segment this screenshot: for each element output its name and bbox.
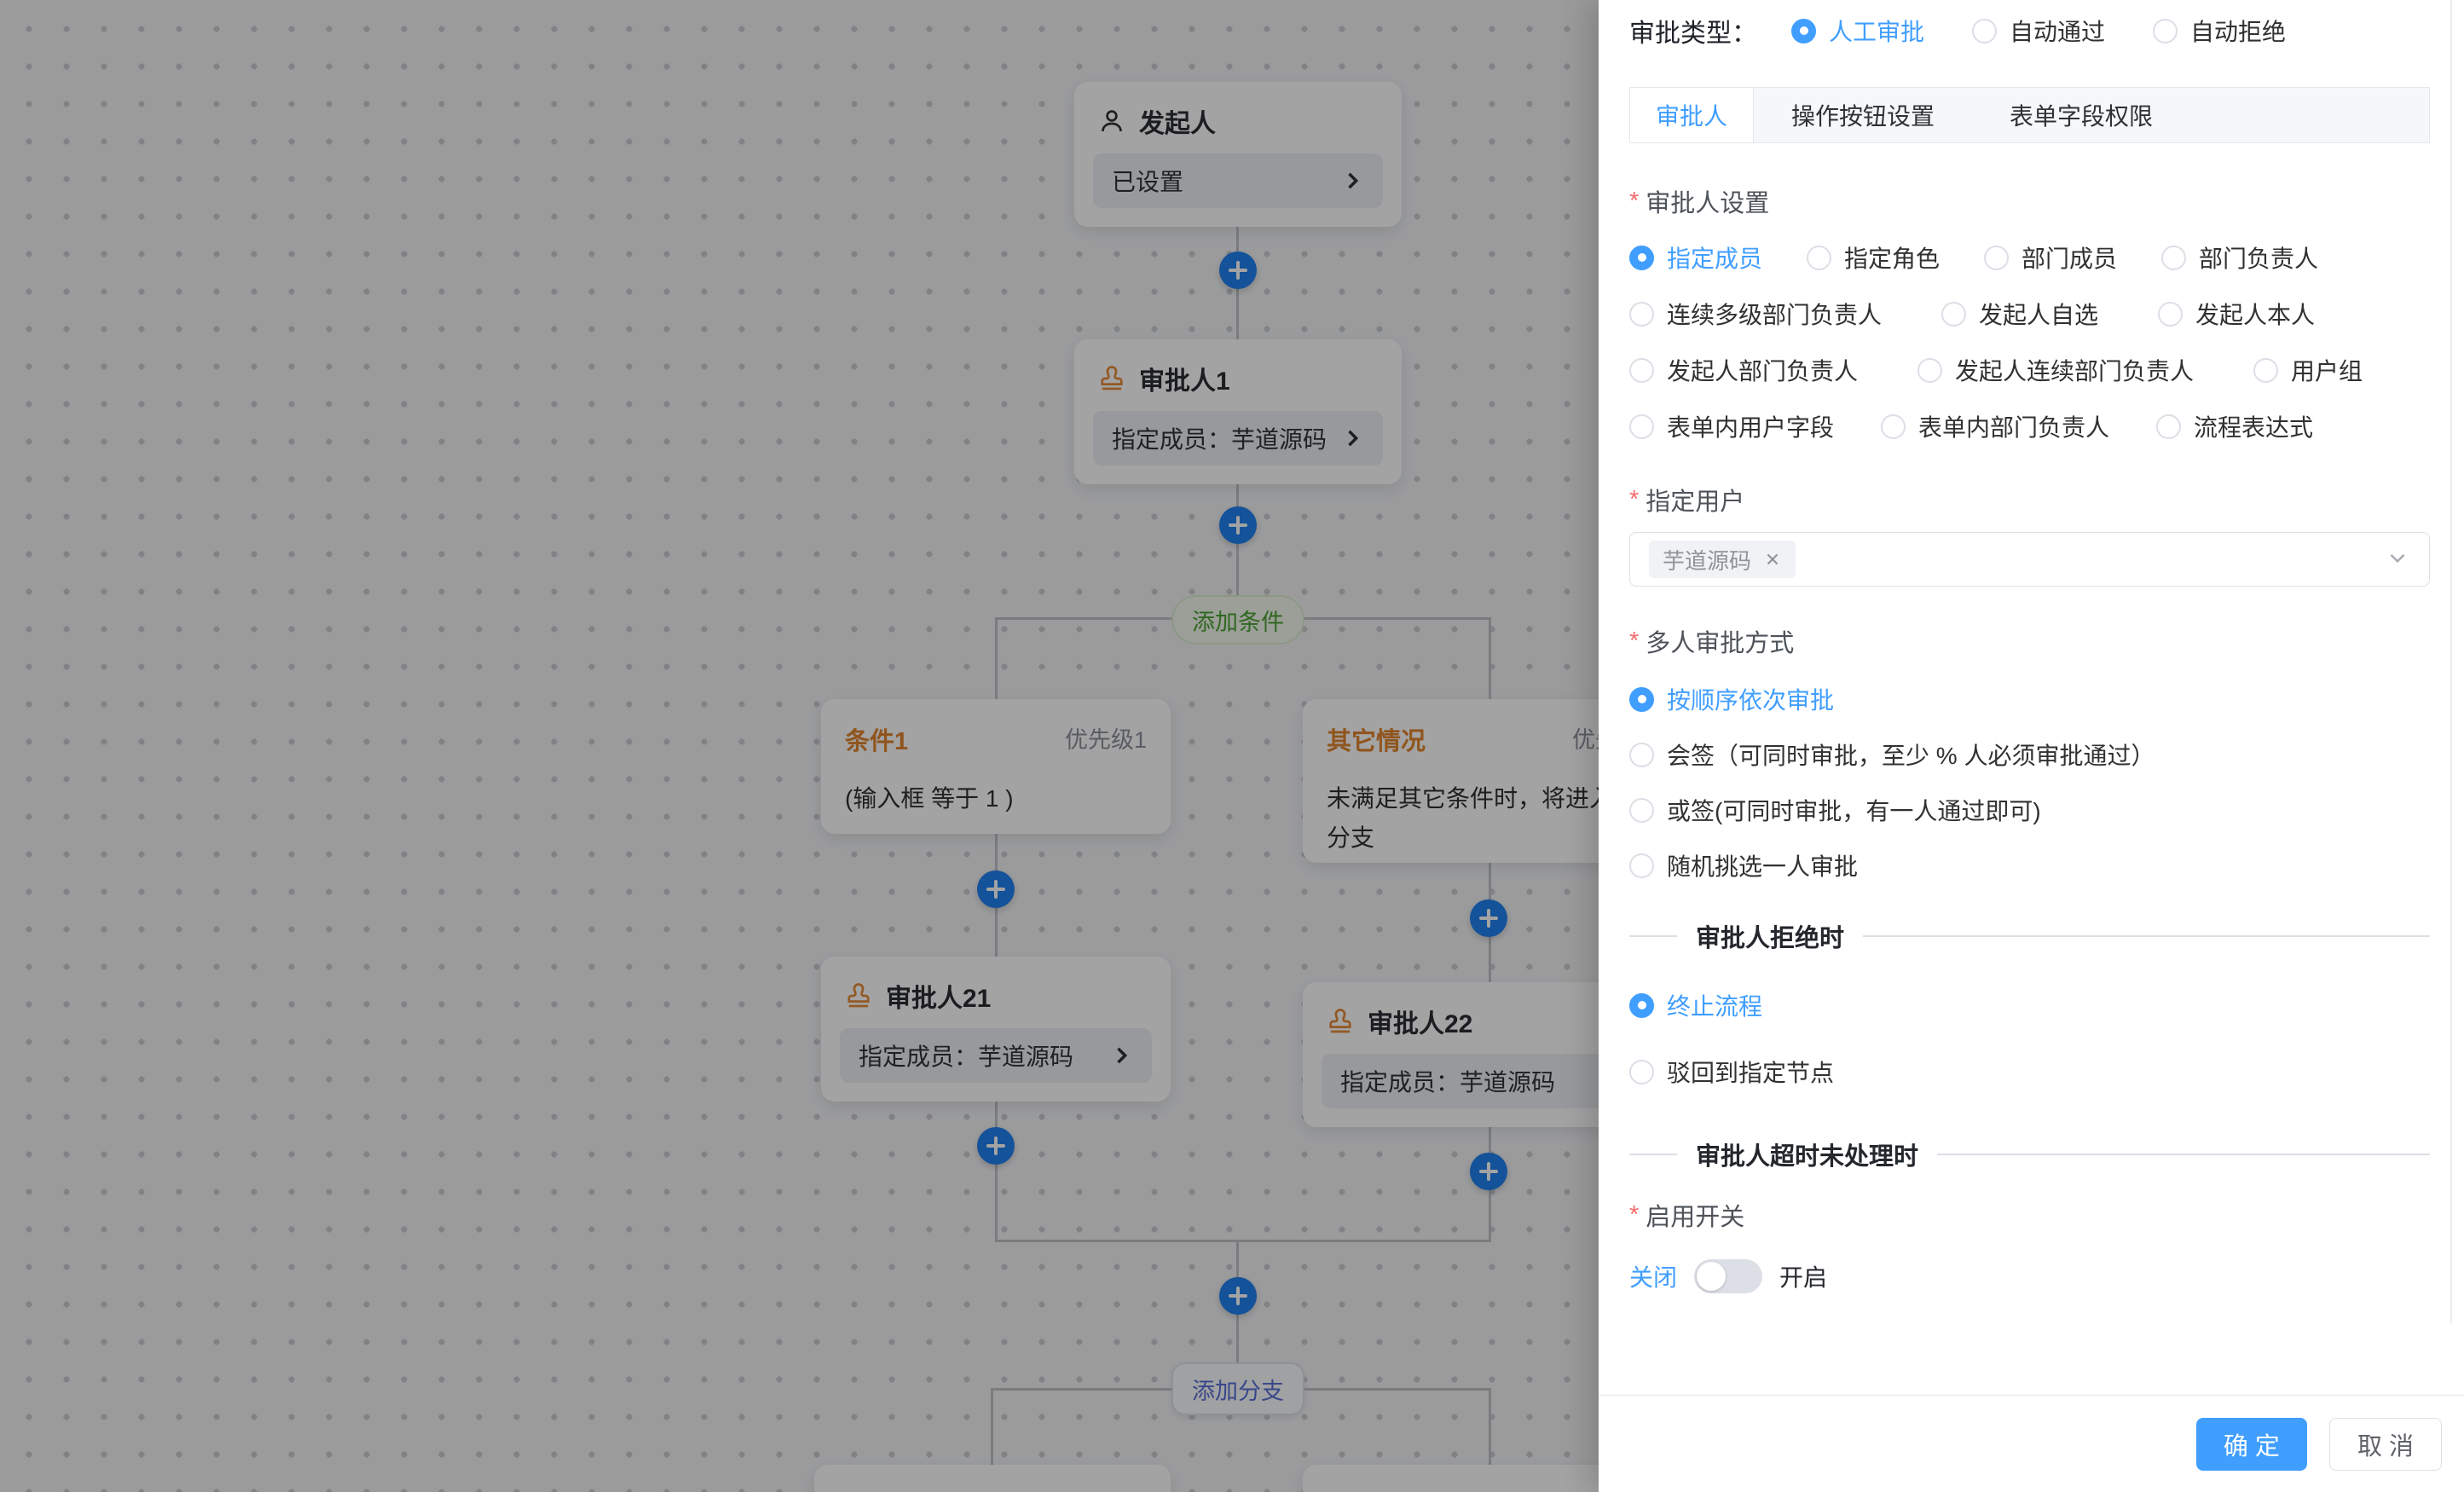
- radio-initiator-multi-dept-leader[interactable]: 发起人连续部门负责人: [1917, 353, 2194, 387]
- multi-mode-row3: 或签(可同时审批，有一人通过即可): [1629, 793, 2430, 827]
- radio-dept-member[interactable]: 部门成员: [1984, 240, 2117, 275]
- required-mark: *: [1629, 486, 1639, 514]
- radio-manual-approval[interactable]: 人工审批: [1791, 14, 1924, 48]
- drawer-footer: 确 定 取 消: [1599, 1395, 2464, 1492]
- reject-row2: 驳回到指定节点: [1629, 1055, 2430, 1089]
- reject-divider: 审批人拒绝时: [1629, 918, 2430, 954]
- multi-mode-row4: 随机挑选一人审批: [1629, 848, 2430, 882]
- cancel-button[interactable]: 取 消: [2329, 1418, 2442, 1471]
- approver-setting-label: * 审批人设置: [1629, 184, 2430, 218]
- enable-switch-row: 关闭 开启: [1629, 1258, 2430, 1295]
- radio-icon: [2158, 302, 2183, 327]
- radio-designated-member[interactable]: 指定成员: [1629, 240, 1762, 275]
- multi-mode-row1: 按顺序依次审批: [1629, 682, 2430, 716]
- approver-setting-row3: 发起人部门负责人 发起人连续部门负责人 用户组: [1629, 353, 2430, 387]
- switch-on-text: 开启: [1779, 1259, 1827, 1293]
- settings-tabs: 审批人 操作按钮设置 表单字段权限: [1629, 87, 2430, 143]
- selected-user-tag: 芋道源码: [1649, 541, 1796, 578]
- radio-icon: [1941, 302, 1966, 327]
- approval-settings-drawer: 审批类型： 人工审批 自动通过 自动拒绝 审批人: [1599, 0, 2464, 1492]
- radio-initiator-choose[interactable]: 发起人自选: [1941, 297, 2098, 331]
- radio-initiator-dept-leader[interactable]: 发起人部门负责人: [1629, 353, 1858, 387]
- multi-mode-row2: 会签（可同时审批，至少 % 人必须审批通过）: [1629, 737, 2430, 772]
- chevron-down-icon: [2385, 545, 2410, 575]
- radio-icon: [1881, 414, 1906, 439]
- radio-icon: [1629, 1060, 1654, 1084]
- radio-form-dept-leader[interactable]: 表单内部门负责人: [1881, 409, 2109, 443]
- radio-icon: [2253, 358, 2278, 383]
- radio-icon: [2161, 246, 2186, 270]
- required-mark: *: [1629, 188, 1639, 216]
- switch-off-text: 关闭: [1629, 1259, 1677, 1293]
- remove-tag-icon[interactable]: [1763, 550, 1782, 569]
- radio-form-user-field[interactable]: 表单内用户字段: [1629, 409, 1834, 443]
- approver-setting-row4: 表单内用户字段 表单内部门负责人 流程表达式: [1629, 409, 2430, 443]
- radio-icon: [1629, 246, 1654, 270]
- radio-designated-role[interactable]: 指定角色: [1807, 240, 1940, 275]
- radio-icon: [1629, 302, 1654, 327]
- timeout-divider: 审批人超时未处理时: [1629, 1136, 2430, 1172]
- radio-icon: [1629, 853, 1654, 878]
- radio-icon: [1984, 246, 2009, 270]
- radio-icon: [1807, 246, 1831, 270]
- radio-initiator-self[interactable]: 发起人本人: [2158, 297, 2315, 331]
- tab-action-buttons[interactable]: 操作按钮设置: [1754, 88, 1972, 142]
- radio-or-sign[interactable]: 或签(可同时审批，有一人通过即可): [1629, 793, 2041, 827]
- empty-approver-divider: 审批人为空时: [1629, 1329, 2430, 1335]
- radio-icon: [1629, 414, 1654, 439]
- assign-user-select[interactable]: 芋道源码: [1629, 532, 2430, 587]
- radio-icon: [1917, 358, 1942, 383]
- radio-random-one[interactable]: 随机挑选一人审批: [1629, 848, 1858, 882]
- required-mark: *: [1629, 1201, 1639, 1229]
- required-mark: *: [1629, 627, 1639, 656]
- radio-terminate-process[interactable]: 终止流程: [1629, 988, 1762, 1022]
- radio-icon: [1629, 798, 1654, 823]
- radio-auto-reject[interactable]: 自动拒绝: [2153, 14, 2286, 48]
- approval-type-label: 审批类型：: [1629, 12, 1757, 49]
- radio-auto-approve[interactable]: 自动通过: [1972, 14, 2105, 48]
- radio-multi-level-dept-leader[interactable]: 连续多级部门负责人: [1629, 297, 1882, 331]
- approver-setting-row1: 指定成员 指定角色 部门成员 部门负责人: [1629, 240, 2430, 275]
- radio-icon: [2156, 414, 2181, 439]
- radio-icon: [1629, 358, 1654, 383]
- tab-form-field-permissions[interactable]: 表单字段权限: [1972, 88, 2190, 142]
- radio-return-to-node[interactable]: 驳回到指定节点: [1629, 1055, 1834, 1089]
- radio-countersign[interactable]: 会签（可同时审批，至少 % 人必须审批通过）: [1629, 737, 2155, 772]
- approval-type-row: 审批类型： 人工审批 自动通过 自动拒绝: [1629, 12, 2430, 49]
- radio-dept-leader[interactable]: 部门负责人: [2161, 240, 2318, 275]
- enable-switch-label: * 启用开关: [1629, 1198, 2430, 1232]
- scrollbar-track[interactable]: [2450, 0, 2452, 1323]
- radio-icon: [1791, 19, 1816, 43]
- radio-process-expression[interactable]: 流程表达式: [2156, 409, 2313, 443]
- confirm-button[interactable]: 确 定: [2196, 1418, 2307, 1471]
- radio-icon: [1629, 743, 1654, 767]
- tab-approver[interactable]: 审批人: [1630, 88, 1754, 142]
- multi-mode-label: * 多人审批方式: [1629, 624, 2430, 658]
- drawer-body: 审批类型： 人工审批 自动通过 自动拒绝 审批人: [1599, 0, 2464, 1335]
- reject-row1: 终止流程: [1629, 988, 2430, 1022]
- radio-icon: [1972, 19, 1997, 43]
- radio-user-group[interactable]: 用户组: [2253, 353, 2363, 387]
- approver-setting-row2: 连续多级部门负责人 发起人自选 发起人本人: [1629, 297, 2430, 331]
- enable-toggle[interactable]: [1694, 1259, 1762, 1293]
- workflow-designer-app: 发起人 已设置 审批人1 指定成员：芋道源码: [0, 0, 2464, 1492]
- assign-user-label: * 指定用户: [1629, 483, 2430, 517]
- radio-icon: [2153, 19, 2178, 43]
- radio-icon: [1629, 993, 1654, 1018]
- radio-icon: [1629, 687, 1654, 712]
- radio-sequential-approval[interactable]: 按顺序依次审批: [1629, 682, 1834, 716]
